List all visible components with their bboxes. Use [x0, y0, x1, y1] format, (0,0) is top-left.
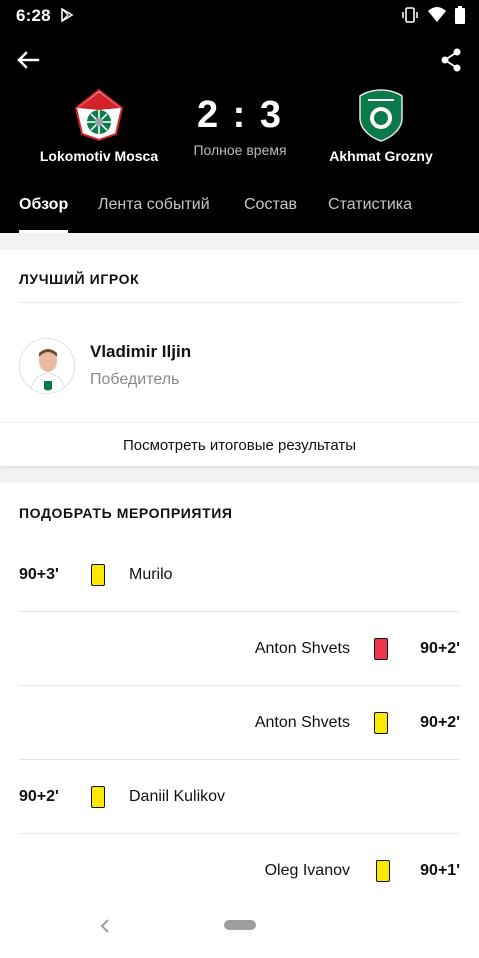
event-player: Daniil Kulikov — [129, 788, 226, 805]
away-team-name: Akhmat Grozny — [329, 148, 433, 164]
event-time: 90+3' — [19, 566, 59, 583]
yellow-card-icon — [376, 860, 390, 882]
event-row[interactable]: 90+2' Daniil Kulikov — [0, 760, 479, 834]
tab-bar: Обзор Лента событий Состав Статистика — [0, 190, 479, 233]
red-card-icon — [374, 638, 388, 660]
share-button[interactable] — [437, 46, 465, 74]
events-title: ПОДОБРАТЬ МЕРОПРИЯТИЯ — [19, 505, 233, 521]
wifi-icon — [428, 7, 446, 22]
player-photo-icon — [20, 339, 74, 393]
match-status: Полное время — [193, 142, 287, 158]
player-subtitle: Победитель — [90, 371, 180, 388]
events-card: ПОДОБРАТЬ МЕРОПРИЯТИЯ 90+3' Murilo Anton… — [0, 483, 479, 958]
tab-events-feed[interactable]: Лента событий — [98, 190, 210, 233]
status-time: 6:28 — [16, 6, 51, 25]
event-time: 90+2' — [420, 640, 460, 657]
home-team[interactable]: Lokomotiv Mosca — [24, 88, 174, 164]
best-player-card: ЛУЧШИЙ ИГРОК Vladimir Iljin Победитель П… — [0, 250, 479, 466]
best-player-title: ЛУЧШИЙ ИГРОК — [19, 271, 140, 287]
nav-home-pill[interactable] — [224, 920, 256, 930]
match-header: 6:28 Lokomotiv Mosca 2: 3 Полное время … — [0, 0, 479, 233]
system-nav-bar — [0, 896, 479, 958]
avatar[interactable] — [19, 338, 75, 394]
overview-content: ЛУЧШИЙ ИГРОК Vladimir Iljin Победитель П… — [0, 233, 479, 958]
vibrate-icon — [402, 7, 418, 23]
akhmat-logo-icon — [359, 89, 403, 142]
event-row[interactable]: Anton Shvets 90+2' — [0, 612, 479, 686]
yellow-card-icon — [374, 712, 388, 734]
player-name[interactable]: Vladimir Iljin — [90, 342, 191, 362]
tab-lineup[interactable]: Состав — [244, 190, 297, 233]
yellow-card-icon — [91, 786, 105, 808]
play-store-icon — [61, 8, 74, 22]
home-team-name: Lokomotiv Mosca — [39, 148, 159, 164]
away-team[interactable]: Akhmat Grozny — [306, 88, 456, 164]
event-player: Murilo — [129, 566, 173, 583]
nav-back-icon[interactable] — [96, 916, 114, 936]
lokomotiv-logo-icon — [74, 88, 124, 142]
yellow-card-icon — [91, 564, 105, 586]
arrow-left-icon — [17, 51, 40, 69]
back-button[interactable] — [12, 46, 44, 74]
tab-statistics[interactable]: Статистика — [328, 190, 412, 233]
divider — [19, 302, 460, 303]
event-player: Anton Shvets — [254, 714, 350, 731]
tab-overview[interactable]: Обзор — [19, 190, 69, 233]
event-row[interactable]: 90+3' Murilo — [0, 538, 479, 612]
event-time: 90+2' — [420, 714, 460, 731]
status-bar: 6:28 — [0, 0, 479, 30]
event-row[interactable]: Anton Shvets 90+2' — [0, 686, 479, 760]
home-score: 2 — [196, 94, 221, 136]
view-results-button[interactable]: Посмотреть итоговые результаты — [0, 422, 479, 466]
battery-icon — [455, 6, 465, 24]
score: 2 : 3 — [180, 94, 300, 137]
event-player: Anton Shvets — [254, 640, 350, 657]
share-icon — [441, 48, 461, 72]
event-time: 90+2' — [19, 788, 59, 805]
status-icons — [401, 6, 465, 24]
score-separator: : — [232, 94, 248, 136]
away-score: 3 — [259, 94, 284, 136]
